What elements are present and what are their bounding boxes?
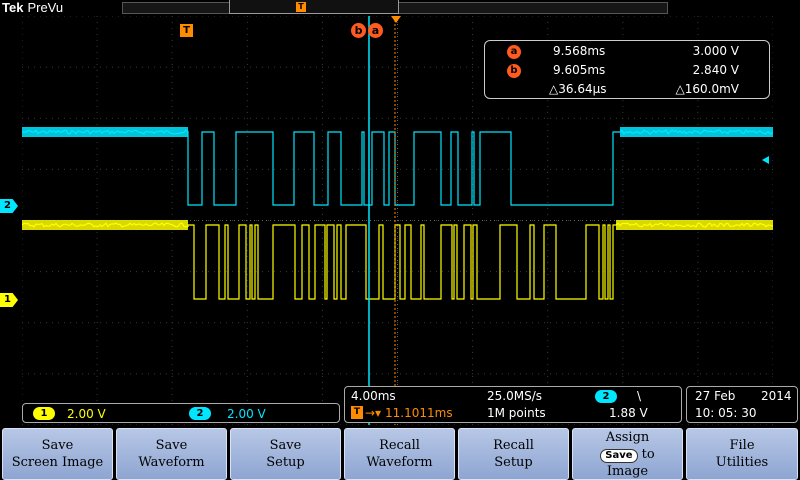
cursor-b-row: b 9.605ms 2.840 V — [485, 62, 769, 80]
cursor-a-row: a 9.568ms 3.000 V — [485, 43, 769, 61]
ch1-ground-marker[interactable]: 1 — [0, 293, 18, 307]
trigger-source-badge: 2 — [595, 390, 617, 403]
trigger-level-arrow-icon[interactable] — [762, 156, 769, 164]
trigger-position-marker[interactable]: T — [180, 24, 193, 37]
save-setup-button[interactable]: Save Setup — [230, 428, 341, 480]
cursor-delta-time: △36.64µs — [549, 82, 607, 96]
cursor-b-badge: b — [507, 64, 521, 78]
date: 27 Feb — [695, 389, 736, 403]
ch1-badge[interactable]: 1 — [33, 407, 55, 420]
cursor-a-badge: a — [507, 45, 521, 59]
assign-save-button[interactable]: Assign Save to Image — [572, 428, 683, 480]
ch2-scale[interactable]: 2.00 V — [227, 407, 266, 421]
ch2-trace-band-right — [620, 127, 773, 137]
save-key-icon: Save — [600, 448, 638, 463]
cursor-delta-volts: △160.0mV — [675, 82, 739, 96]
cursor-readout: a 9.568ms 3.000 V b 9.605ms 2.840 V △36.… — [484, 40, 770, 99]
top-bar: Tek PreVu T — [0, 0, 800, 16]
save-waveform-button[interactable]: Save Waveform — [116, 428, 227, 480]
expansion-point-icon — [391, 16, 401, 23]
ch2-trace-band-left — [22, 127, 188, 137]
sample-rate: 25.0MS/s — [487, 389, 542, 403]
brand-label: Tek PreVu — [2, 0, 63, 15]
record-view-window[interactable] — [229, 0, 399, 14]
ch1-trace-band-left — [22, 220, 188, 230]
trigger-level: 1.88 V — [609, 406, 648, 420]
trigger-slope-icon: \ — [637, 389, 642, 403]
acquisition-mode: PreVu — [27, 0, 64, 15]
cursor-b-time: 9.605ms — [553, 63, 606, 77]
trigger-position: 11.1011ms — [385, 406, 453, 420]
cursor-a-volts: 3.000 V — [692, 44, 739, 58]
record-length: 1M points — [487, 406, 546, 420]
ch2-trace — [22, 129, 773, 206]
ch2-badge[interactable]: 2 — [189, 407, 211, 420]
cursor-b-label[interactable]: b — [351, 23, 366, 38]
bottom-menu: Save Screen Image Save Waveform Save Set… — [0, 426, 800, 480]
time: 10: 05: 30 — [695, 406, 757, 420]
ch1-trace-band-right — [616, 220, 773, 230]
trigger-position-arrow-icon: →▾ — [365, 406, 382, 420]
save-screen-image-button[interactable]: Save Screen Image — [2, 428, 113, 480]
cursor-b-volts: 2.840 V — [692, 63, 739, 77]
ch2-ground-marker[interactable]: 2 — [0, 199, 18, 213]
record-trigger-icon: T — [296, 2, 306, 12]
cursor-delta-row: △36.64µs △160.0mV — [485, 81, 769, 99]
timebase-trigger-readout[interactable]: 4.00ms 25.0MS/s 2 \ T →▾ 11.1011ms 1M po… — [344, 386, 682, 423]
date-time-readout[interactable]: 27 Feb 2014 10: 05: 30 — [686, 386, 798, 423]
ch1-scale[interactable]: 2.00 V — [67, 407, 106, 421]
cursor-a-label[interactable]: a — [368, 23, 383, 38]
cursor-a-time: 9.568ms — [553, 44, 606, 58]
recall-setup-button[interactable]: Recall Setup — [458, 428, 569, 480]
file-utilities-button[interactable]: File Utilities — [686, 428, 798, 480]
recall-waveform-button[interactable]: Recall Waveform — [344, 428, 455, 480]
trigger-icon: T — [351, 406, 363, 419]
channel-status-bar: 1 2.00 V 2 2.00 V — [22, 403, 340, 423]
horizontal-scale: 4.00ms — [351, 389, 396, 403]
year: 2014 — [761, 389, 792, 403]
brand-name: Tek — [2, 0, 24, 15]
